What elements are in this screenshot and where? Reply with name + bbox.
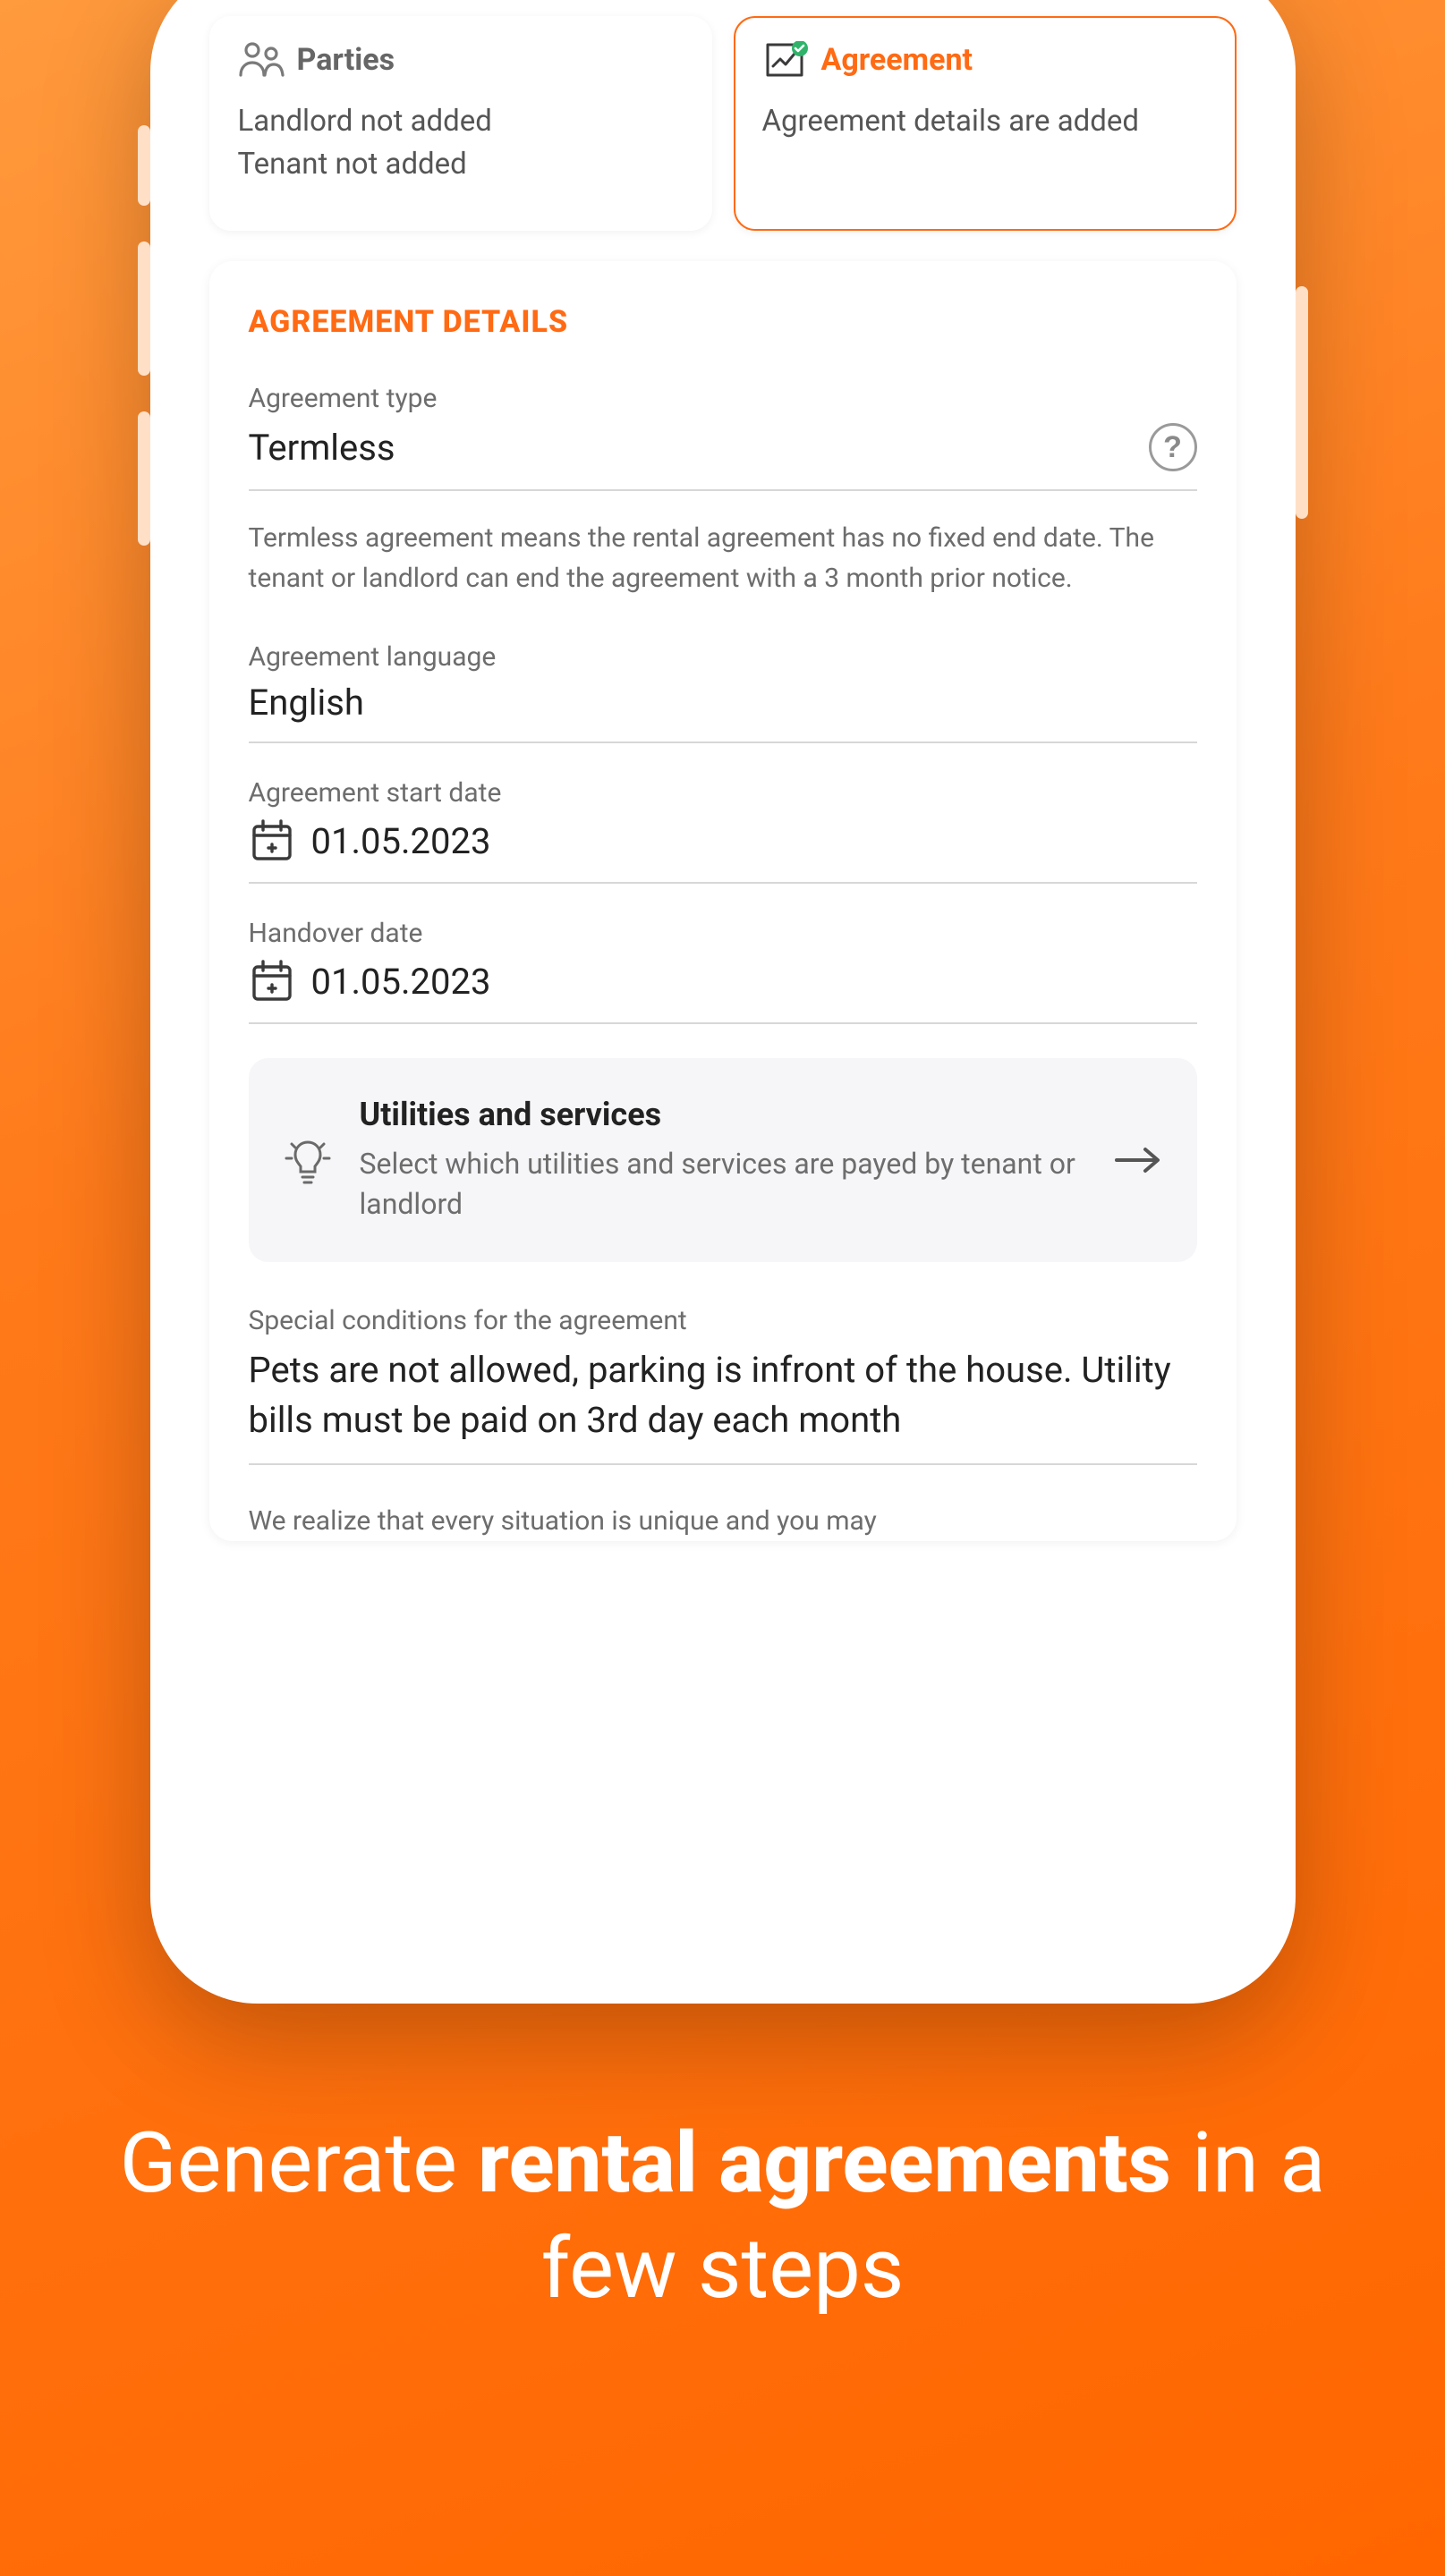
utilities-card[interactable]: Utilities and services Select which util… bbox=[249, 1058, 1197, 1262]
phone-button-power bbox=[1296, 286, 1308, 519]
value-agreement-type: Termless bbox=[249, 427, 1133, 469]
tab-agreement-head: Agreement bbox=[762, 41, 1208, 79]
tab-agreement[interactable]: Agreement Agreement details are added bbox=[734, 16, 1237, 231]
document-check-icon bbox=[762, 41, 809, 79]
phone-screen: Parties Landlord not added Tenant not ad… bbox=[174, 0, 1272, 1980]
tab-parties-title: Parties bbox=[297, 42, 395, 78]
tab-parties-line1: Landlord not added bbox=[238, 100, 684, 143]
card-title: AGREEMENT DETAILS bbox=[249, 304, 1197, 340]
headline-pre: Generate bbox=[120, 2114, 479, 2212]
input-handover-date[interactable]: 01.05.2023 bbox=[249, 958, 1197, 1024]
explainer-agreement-type: Termless agreement means the rental agre… bbox=[249, 518, 1197, 598]
utilities-desc: Select which utilities and services are … bbox=[360, 1144, 1086, 1224]
tab-parties-head: Parties bbox=[238, 41, 684, 79]
calendar-icon bbox=[249, 818, 295, 864]
utilities-title: Utilities and services bbox=[360, 1096, 1086, 1133]
phone-button-silent bbox=[138, 125, 150, 206]
app-screen: Parties Landlord not added Tenant not ad… bbox=[174, 0, 1272, 1980]
calendar-icon bbox=[249, 958, 295, 1004]
headline-bold: rental agreements bbox=[478, 2114, 1171, 2212]
setup-tabs: Parties Landlord not added Tenant not ad… bbox=[209, 9, 1237, 252]
label-special-conditions: Special conditions for the agreement bbox=[249, 1305, 1197, 1336]
phone-frame: Parties Landlord not added Tenant not ad… bbox=[150, 0, 1296, 2004]
value-special-conditions: Pets are not allowed, parking is infront… bbox=[249, 1345, 1197, 1445]
tab-parties-line2: Tenant not added bbox=[238, 143, 684, 186]
field-agreement-type: Agreement type Termless ? bbox=[249, 383, 1197, 491]
label-agreement-type: Agreement type bbox=[249, 383, 1197, 414]
phone-button-vol-down bbox=[138, 411, 150, 546]
arrow-right-icon bbox=[1111, 1142, 1165, 1178]
tab-parties-body: Landlord not added Tenant not added bbox=[238, 100, 684, 186]
special-conditions-footnote: We realize that every situation is uniqu… bbox=[249, 1501, 1197, 1541]
label-start-date: Agreement start date bbox=[249, 777, 1197, 809]
field-special-conditions: Special conditions for the agreement Pet… bbox=[249, 1305, 1197, 1465]
input-special-conditions[interactable]: Pets are not allowed, parking is infront… bbox=[249, 1345, 1197, 1465]
field-language: Agreement language English bbox=[249, 641, 1197, 743]
input-agreement-type[interactable]: Termless ? bbox=[249, 423, 1197, 491]
phone-button-vol-up bbox=[138, 242, 150, 376]
label-handover-date: Handover date bbox=[249, 918, 1197, 949]
people-icon bbox=[238, 41, 285, 79]
agreement-details-card: AGREEMENT DETAILS Agreement type Termles… bbox=[209, 261, 1237, 1541]
value-handover-date: 01.05.2023 bbox=[311, 961, 1197, 1003]
tab-parties[interactable]: Parties Landlord not added Tenant not ad… bbox=[209, 16, 712, 231]
input-start-date[interactable]: 01.05.2023 bbox=[249, 818, 1197, 884]
help-icon[interactable]: ? bbox=[1149, 423, 1197, 471]
utilities-text: Utilities and services Select which util… bbox=[360, 1096, 1086, 1224]
field-handover-date: Handover date 01.05.2023 bbox=[249, 918, 1197, 1024]
marketing-headline: Generate rental agreements in a few step… bbox=[0, 2111, 1445, 2321]
tab-agreement-body: Agreement details are added bbox=[762, 100, 1208, 143]
lightbulb-icon bbox=[281, 1133, 335, 1187]
value-start-date: 01.05.2023 bbox=[311, 820, 1197, 862]
field-start-date: Agreement start date 01.05.2023 bbox=[249, 777, 1197, 884]
tab-agreement-title: Agreement bbox=[821, 42, 973, 78]
label-language: Agreement language bbox=[249, 641, 1197, 673]
input-language[interactable]: English bbox=[249, 682, 1197, 743]
value-language: English bbox=[249, 682, 1197, 724]
